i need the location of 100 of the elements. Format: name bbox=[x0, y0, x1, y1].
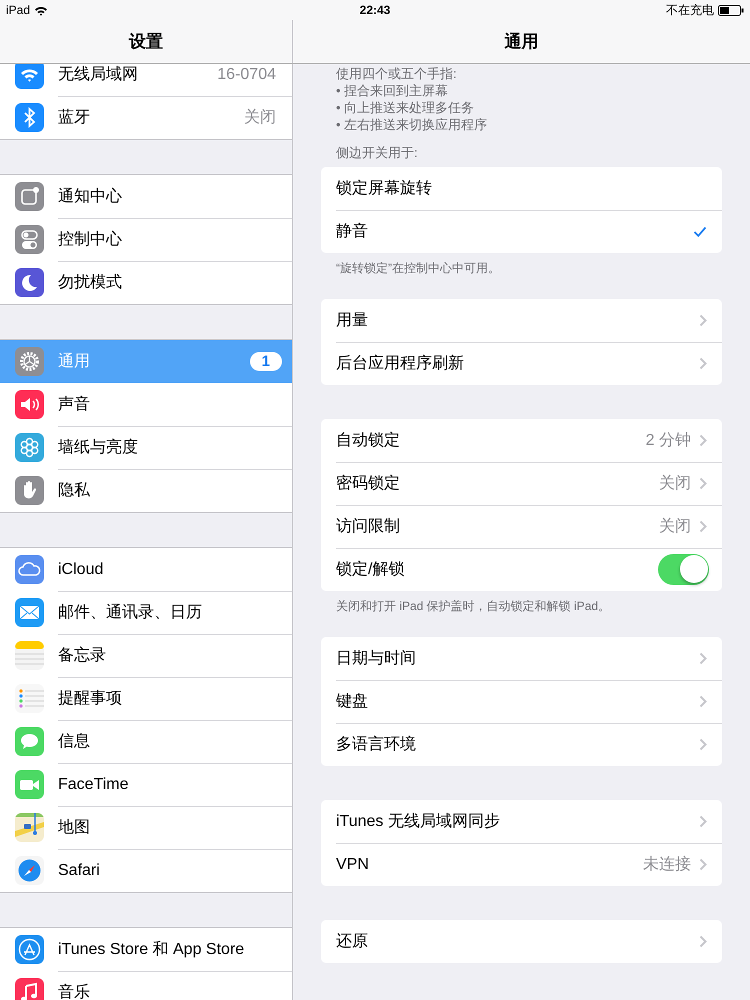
item-label: 地图 bbox=[58, 818, 90, 838]
item-label: 无线局域网 bbox=[58, 64, 138, 85]
settings-row[interactable]: 静音 bbox=[321, 210, 722, 253]
row-label: 锁定/解锁 bbox=[336, 560, 404, 580]
settings-row[interactable]: 锁定屏幕旋转 bbox=[321, 167, 722, 210]
notepad-icon bbox=[15, 641, 44, 670]
gesture-bullet: • 捏合来回到主屏幕 bbox=[336, 82, 450, 99]
moon-icon bbox=[15, 268, 44, 297]
battery-icon bbox=[718, 4, 744, 16]
gesture-bullet: • 向上推送来处理多任务 bbox=[336, 99, 476, 116]
speech-bubble-icon bbox=[15, 727, 44, 756]
settings-row[interactable]: 自动锁定 2 分钟 bbox=[321, 419, 722, 462]
row-label: 密码锁定 bbox=[336, 474, 400, 494]
settings-row[interactable]: 锁定/解锁 bbox=[321, 548, 722, 591]
toggle-switch[interactable] bbox=[658, 554, 709, 585]
settings-row[interactable]: 后台应用程序刷新 bbox=[321, 342, 722, 385]
section-footer: 关闭和打开 iPad 保护盖时，自动锁定和解锁 iPad。 bbox=[321, 591, 722, 615]
checklist-icon bbox=[15, 684, 44, 713]
item-label: 勿扰模式 bbox=[58, 272, 122, 293]
sidebar-item[interactable]: 无线局域网 16-0704 bbox=[0, 64, 292, 96]
item-label: 邮件、通讯录、日历 bbox=[58, 602, 202, 623]
envelope-icon bbox=[15, 598, 44, 627]
sidebar-item[interactable]: 地图 bbox=[0, 806, 292, 849]
section-footer: “旋转锁定”在控制中心中可用。 bbox=[321, 253, 722, 277]
sidebar-item[interactable]: 声音 bbox=[0, 383, 292, 426]
sidebar-item[interactable]: 通知中心 bbox=[0, 175, 292, 218]
chevron-icon bbox=[699, 477, 707, 490]
sidebar-item[interactable]: 蓝牙 关闭 bbox=[0, 96, 292, 139]
settings-row[interactable]: 访问限制 关闭 bbox=[321, 505, 722, 548]
flower-icon bbox=[15, 433, 44, 462]
sidebar-item[interactable]: 信息 bbox=[0, 720, 292, 763]
item-label: 通知中心 bbox=[58, 186, 122, 207]
item-label: 隐私 bbox=[58, 481, 90, 501]
row-label: 用量 bbox=[336, 311, 368, 331]
settings-row[interactable]: 多语言环境 bbox=[321, 723, 722, 766]
wifi-signal-icon bbox=[34, 4, 48, 16]
sidebar-item[interactable]: 勿扰模式 bbox=[0, 261, 292, 304]
sidebar-item[interactable]: 提醒事项 bbox=[0, 677, 292, 720]
item-label: 控制中心 bbox=[58, 230, 122, 250]
settings-row[interactable]: 密码锁定 关闭 bbox=[321, 462, 722, 505]
row-value: 2 分钟 bbox=[646, 431, 691, 451]
video-camera-icon bbox=[15, 770, 44, 799]
sidebar-title: 设置 bbox=[129, 31, 163, 53]
clock-time: 22:43 bbox=[360, 3, 390, 17]
chevron-icon bbox=[699, 520, 707, 533]
settings-row[interactable]: 键盘 bbox=[321, 680, 722, 723]
sidebar-item[interactable]: FaceTime bbox=[0, 763, 292, 806]
sidebar-item[interactable]: 隐私 bbox=[0, 469, 292, 512]
charging-status: 不在充电 bbox=[666, 2, 714, 18]
chevron-icon bbox=[699, 815, 707, 828]
hand-icon bbox=[15, 476, 44, 505]
speaker-icon bbox=[15, 390, 44, 419]
sidebar-item[interactable]: iCloud bbox=[0, 548, 292, 591]
count-badge: 1 bbox=[250, 352, 282, 371]
row-label: VPN bbox=[336, 856, 369, 874]
item-label: 备忘录 bbox=[58, 645, 106, 666]
sidebar-item[interactable]: 控制中心 bbox=[0, 218, 292, 261]
row-label: 键盘 bbox=[336, 692, 368, 712]
instruction-text: 使用四个或五个手指: bbox=[336, 65, 458, 82]
chevron-icon bbox=[699, 858, 707, 871]
item-label: 信息 bbox=[58, 732, 90, 752]
sidebar-item[interactable]: 邮件、通讯录、日历 bbox=[0, 591, 292, 634]
item-label: FaceTime bbox=[58, 776, 129, 794]
device-name: iPad bbox=[6, 3, 30, 17]
chevron-icon bbox=[699, 695, 707, 708]
settings-row[interactable]: VPN 未连接 bbox=[321, 843, 722, 886]
item-label: 音乐 bbox=[58, 982, 90, 1000]
chevron-icon bbox=[699, 935, 707, 948]
row-label: 日期与时间 bbox=[336, 648, 416, 669]
row-label: 还原 bbox=[336, 932, 368, 952]
settings-row[interactable]: 用量 bbox=[321, 299, 722, 342]
settings-row[interactable]: iTunes 无线局域网同步 bbox=[321, 800, 722, 843]
row-label: 后台应用程序刷新 bbox=[336, 354, 464, 374]
row-label: 访问限制 bbox=[336, 516, 400, 537]
chevron-icon bbox=[699, 357, 707, 370]
item-label: iCloud bbox=[58, 560, 104, 578]
sidebar-item[interactable]: 墙纸与亮度 bbox=[0, 426, 292, 469]
compass-icon bbox=[15, 856, 44, 885]
map-icon bbox=[15, 813, 44, 842]
section-header: 侧边开关用于: bbox=[335, 144, 419, 162]
item-value: 关闭 bbox=[244, 108, 276, 128]
chevron-icon bbox=[699, 314, 707, 327]
sidebar-item[interactable]: 通用 1 bbox=[0, 340, 292, 383]
settings-row[interactable]: 日期与时间 bbox=[321, 637, 722, 680]
chevron-icon bbox=[699, 738, 707, 751]
sidebar-item[interactable]: iTunes Store 和 App Store bbox=[0, 928, 292, 971]
sidebar-item[interactable]: Safari bbox=[0, 849, 292, 892]
gear-icon bbox=[15, 347, 44, 376]
item-label: Safari bbox=[58, 862, 100, 880]
notifications-icon bbox=[15, 182, 44, 211]
sidebar-item[interactable]: 备忘录 bbox=[0, 634, 292, 677]
settings-row[interactable]: 还原 bbox=[321, 920, 722, 963]
sidebar-item[interactable]: 音乐 bbox=[0, 971, 292, 1000]
item-label: 声音 bbox=[58, 394, 90, 415]
row-value: 关闭 bbox=[659, 474, 691, 494]
circle-a-icon bbox=[15, 935, 44, 964]
chevron-icon bbox=[699, 652, 707, 665]
row-value: 未连接 bbox=[643, 854, 691, 875]
page-title: 通用 bbox=[504, 31, 538, 53]
row-label: iTunes 无线局域网同步 bbox=[336, 812, 500, 832]
